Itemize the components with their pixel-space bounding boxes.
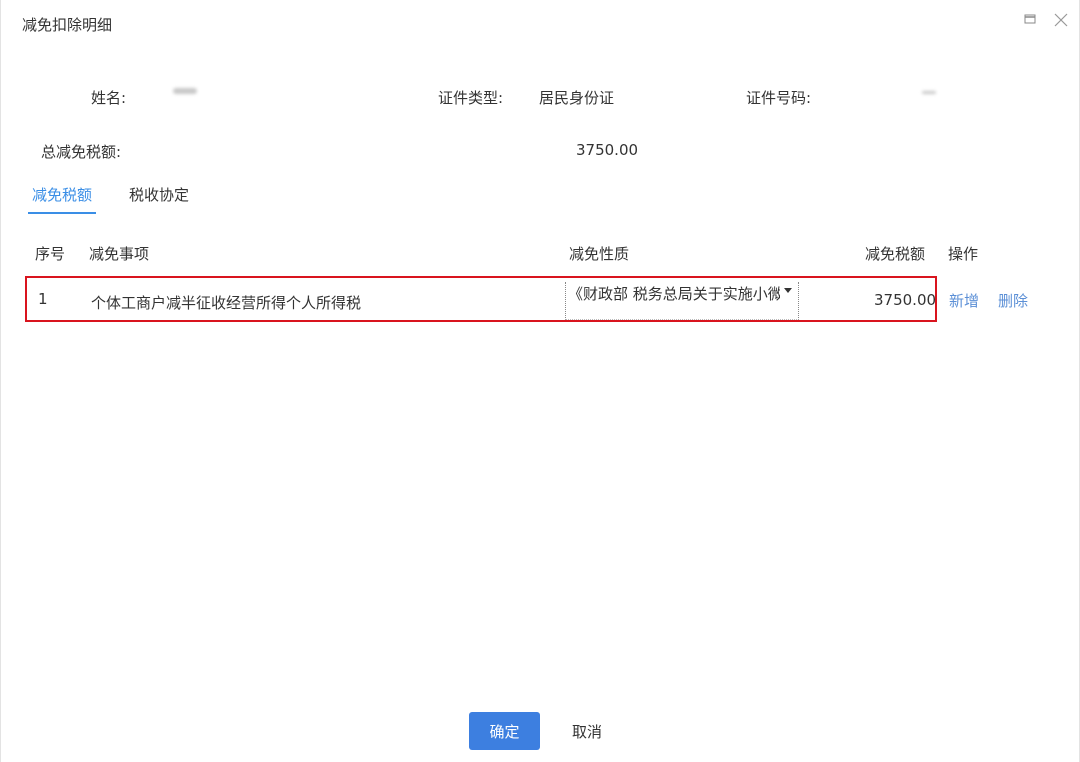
cancel-button[interactable]: 取消 bbox=[555, 712, 619, 750]
header-actions: 操作 bbox=[948, 245, 979, 263]
header-amount: 减免税额 bbox=[865, 245, 926, 263]
total-value: 3750.00 bbox=[576, 141, 639, 159]
row-index: 1 bbox=[38, 290, 48, 308]
header-nature: 减免性质 bbox=[569, 245, 630, 263]
delete-row-link[interactable]: 删除 bbox=[998, 290, 1028, 311]
id-number-label: 证件号码: bbox=[746, 89, 812, 107]
name-label: 姓名: bbox=[91, 89, 127, 107]
total-label: 总减免税额: bbox=[41, 143, 122, 161]
close-icon[interactable] bbox=[1051, 10, 1071, 30]
confirm-button[interactable]: 确定 bbox=[469, 712, 540, 750]
tab-tax-treaty[interactable]: 税收协定 bbox=[129, 184, 189, 212]
name-value-redacted bbox=[173, 88, 197, 94]
header-index: 序号 bbox=[35, 245, 66, 263]
caret-down-icon bbox=[784, 288, 792, 293]
id-type-value: 居民身份证 bbox=[539, 89, 615, 107]
id-number-redacted bbox=[922, 91, 936, 94]
row-amount: 3750.00 bbox=[874, 291, 937, 309]
tab-tax-reduction[interactable]: 减免税额 bbox=[28, 184, 97, 214]
restore-icon[interactable] bbox=[1020, 10, 1040, 30]
header-item: 减免事项 bbox=[89, 245, 150, 263]
id-type-label: 证件类型: bbox=[438, 89, 504, 107]
add-row-link[interactable]: 新增 bbox=[949, 290, 979, 311]
nature-select-value: 《财政部 税务总局关于实施小微企业和个体工商户所得税优惠政策的公告》 bbox=[568, 285, 780, 303]
deduction-detail-dialog: 减免扣除明细 姓名: 证件类型: 居民身份证 证件号码: 总减免税额: 3750… bbox=[0, 0, 1080, 762]
row-item: 个体工商户减半征收经营所得个人所得税 bbox=[91, 294, 362, 312]
nature-select[interactable]: 《财政部 税务总局关于实施小微企业和个体工商户所得税优惠政策的公告》 bbox=[565, 282, 799, 320]
dialog-title: 减免扣除明细 bbox=[22, 16, 113, 34]
